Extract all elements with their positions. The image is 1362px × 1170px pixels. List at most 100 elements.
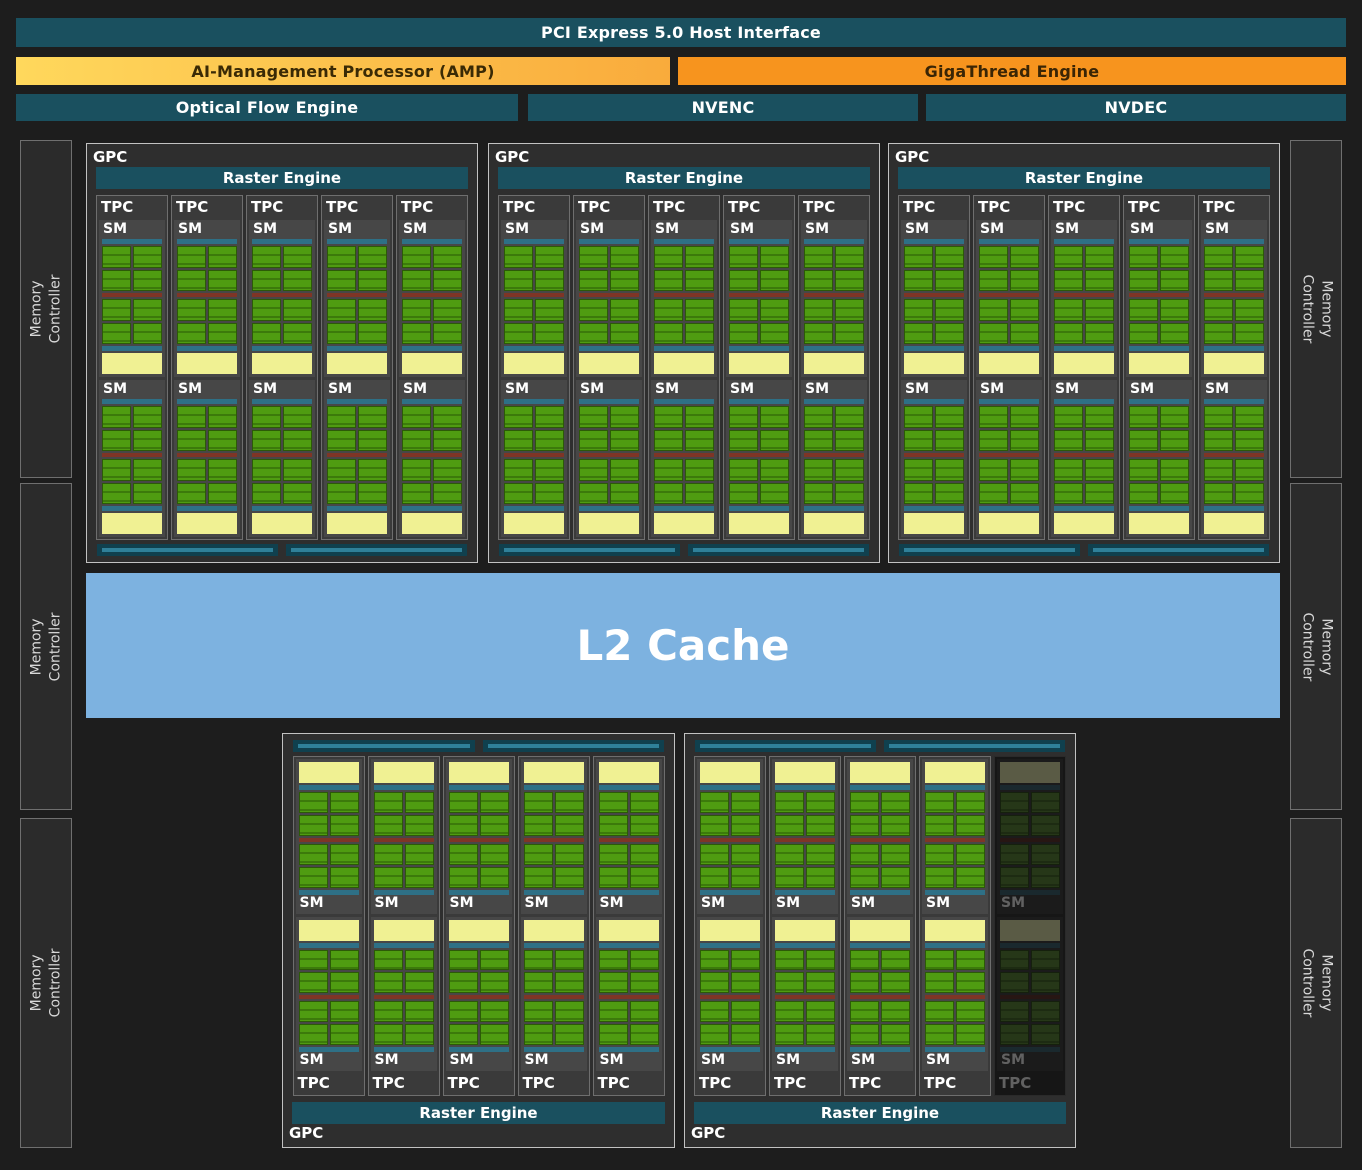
core-cell: [610, 406, 639, 428]
core-cell: [404, 843, 434, 865]
core-cell: [1000, 843, 1029, 865]
core-cell: [925, 972, 954, 994]
sm-internals: [904, 399, 964, 534]
sm-label: SM: [178, 381, 203, 397]
sm-core-grid: [579, 299, 639, 344]
core-cell: [102, 322, 131, 344]
sm-core-grid: [448, 949, 509, 994]
core-cell: [935, 482, 964, 504]
sm-core-grid: [654, 299, 714, 344]
tpc-label: TPC: [699, 1074, 732, 1092]
sm-cache-block: [654, 353, 714, 374]
sm-scheduler-bar: [177, 239, 237, 244]
sm-block: SM: [922, 759, 988, 914]
sm-core-grid: [373, 792, 434, 836]
core-cell: [835, 299, 864, 321]
sm-core-grid: [523, 843, 584, 888]
core-cell: [448, 949, 478, 971]
sm-lsu-bar: [177, 346, 237, 351]
core-cell: [283, 482, 312, 504]
tpc-label: TPC: [803, 198, 836, 216]
sm-cache-block: [1129, 513, 1189, 534]
core-cell: [102, 482, 131, 504]
optical-flow-engine-bar: Optical Flow Engine: [16, 94, 518, 121]
sm-scheduler-bar: [102, 399, 162, 404]
sm-cache-block: [850, 762, 910, 783]
sm-label: SM: [1130, 221, 1155, 237]
tpc-block: TPC SM SM: [648, 195, 720, 540]
sm-cache-block: [504, 513, 564, 534]
sm-internals: [729, 239, 789, 374]
core-cell: [925, 792, 954, 813]
core-cell: [373, 792, 403, 813]
core-cell: [535, 459, 564, 481]
sm-core-grid: [102, 299, 162, 344]
core-cell: [835, 482, 864, 504]
sm-block: SM: [697, 916, 763, 1071]
core-cell: [1054, 482, 1083, 504]
core-cell: [700, 972, 729, 994]
core-cell: [133, 482, 162, 504]
sm-lsu-bar: [504, 346, 564, 351]
sm-block: SM: [976, 380, 1042, 537]
sm-lsu-bar: [979, 346, 1039, 351]
core-cell: [1235, 429, 1264, 451]
core-cell: [523, 814, 553, 836]
sm-lsu-bar: [904, 506, 964, 511]
core-cell: [1129, 322, 1158, 344]
core-cell: [598, 792, 628, 813]
sm-divider-bar: [700, 995, 760, 1000]
sm-block: SM: [445, 916, 512, 1071]
sm-block: SM: [901, 380, 967, 537]
gpc-shared-bars: [689, 736, 1071, 754]
core-cell: [1235, 406, 1264, 428]
tpc-label: TPC: [297, 1074, 330, 1092]
tpc-label: TPC: [1203, 198, 1236, 216]
sm-label: SM: [776, 894, 801, 911]
sm-divider-bar: [850, 995, 910, 1000]
core-cell: [579, 322, 608, 344]
core-cell: [700, 1024, 729, 1045]
tpc-block-disabled: SM SM TPC: [994, 756, 1066, 1096]
sm-cache-block: [177, 353, 237, 374]
sm-core-grid: [579, 246, 639, 291]
core-cell: [554, 972, 584, 994]
core-cell: [775, 866, 804, 888]
core-cell: [850, 866, 879, 888]
core-cell: [729, 482, 758, 504]
sm-internals: [729, 399, 789, 534]
core-cell: [373, 949, 403, 971]
sm-core-grid: [598, 949, 659, 994]
core-cell: [700, 1001, 729, 1023]
sm-label: SM: [805, 221, 830, 237]
core-cell: [535, 246, 564, 268]
tpc-label: TPC: [101, 198, 134, 216]
sm-core-grid: [850, 843, 910, 888]
core-cell: [1204, 299, 1233, 321]
core-cell: [956, 949, 985, 971]
sm-internals: [1204, 239, 1264, 374]
sm-label: SM: [449, 894, 474, 911]
sm-label: SM: [701, 894, 726, 911]
sm-block: SM: [772, 916, 838, 1071]
core-cell: [579, 299, 608, 321]
sm-lsu-bar: [523, 785, 584, 790]
core-cell: [1010, 429, 1039, 451]
sm-cache-block: [252, 513, 312, 534]
sm-divider-bar: [925, 995, 985, 1000]
core-cell: [1160, 299, 1189, 321]
core-cell: [504, 269, 533, 291]
core-cell: [1235, 246, 1264, 268]
sm-internals: [700, 762, 760, 895]
nvenc-bar: NVENC: [528, 94, 918, 121]
core-cell: [1054, 299, 1083, 321]
sm-block: SM: [1051, 380, 1117, 537]
sm-label: SM: [403, 221, 428, 237]
core-cell: [1129, 246, 1158, 268]
memory-controller-label: Memory Controller: [1299, 612, 1334, 681]
sm-core-grid: [523, 949, 584, 994]
sm-cache-block: [1054, 353, 1114, 374]
nvdec-bar: NVDEC: [926, 94, 1346, 121]
sm-lsu-bar: [850, 785, 910, 790]
l2-cache-label: L2 Cache: [576, 621, 790, 670]
